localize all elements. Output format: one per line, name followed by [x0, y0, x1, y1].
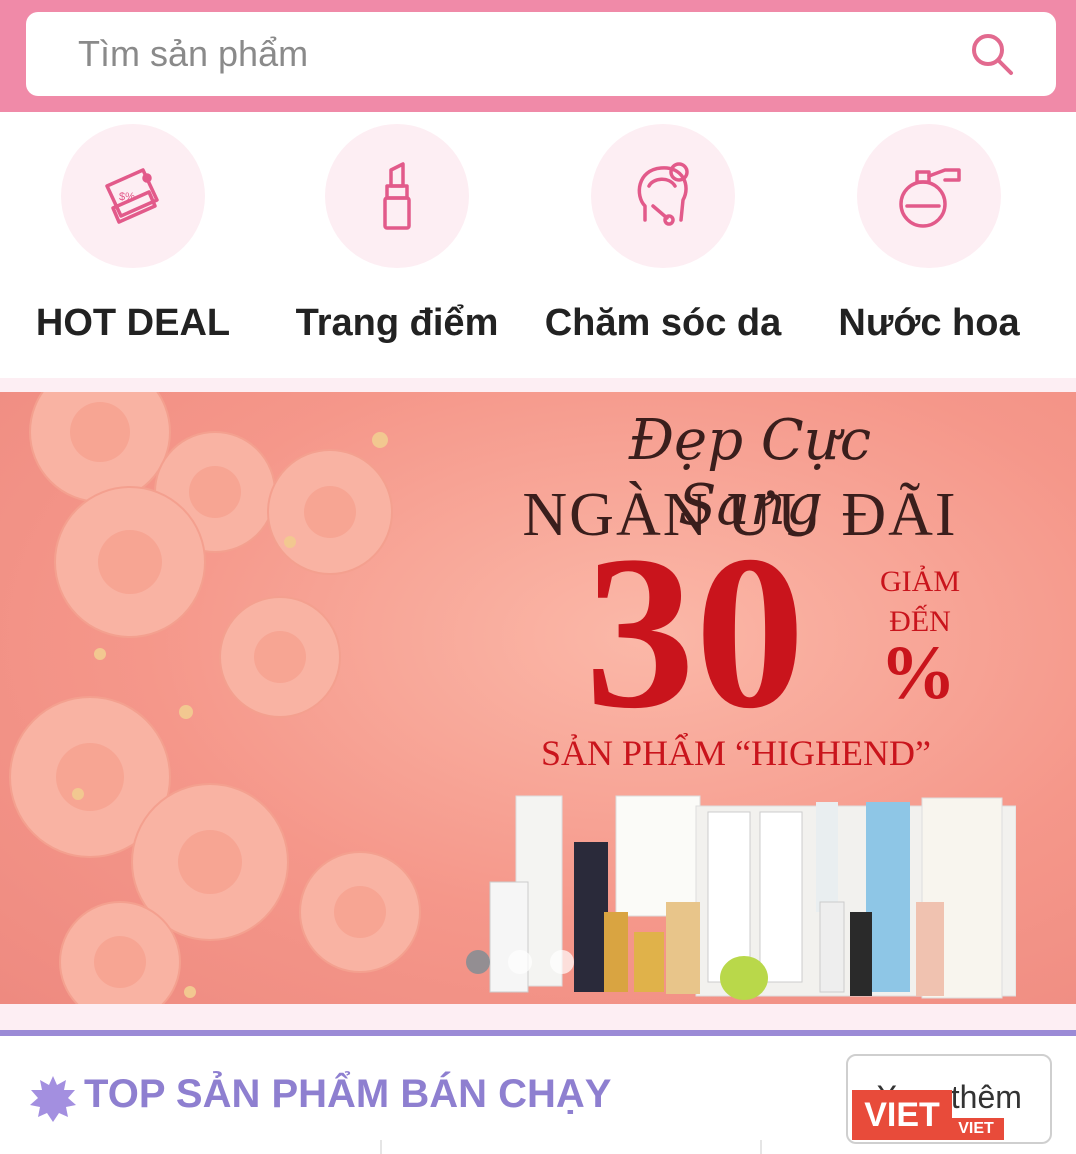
section-title: TOP SẢN PHẨM BÁN CHẠY [84, 1072, 612, 1116]
banner-product-line: SẢN PHẨM “HIGHEND” [541, 733, 931, 773]
category-perfume[interactable]: Nước hoa [796, 112, 1062, 378]
category-label: Nước hoa [838, 302, 1020, 344]
product-grid-divider [760, 1140, 762, 1154]
banner-discount-number: 30 [585, 510, 805, 754]
category-row: $% HOT DEAL Trang điểm Chăm sóc da Nước … [0, 112, 1076, 378]
carousel-dot[interactable] [508, 950, 532, 974]
category-makeup[interactable]: Trang điểm [264, 112, 530, 378]
burst-star-icon [30, 1076, 76, 1122]
category-label: Chăm sóc da [544, 302, 782, 344]
category-icon-bg: $% [61, 124, 205, 268]
category-icon-bg [591, 124, 735, 268]
category-label: Trang điểm [295, 302, 499, 344]
watermark-logo: VIET [852, 1090, 952, 1140]
banner-percent-sign: % [880, 631, 956, 715]
paper-flowers-illustration [9, 392, 421, 1004]
category-icon-bg [857, 124, 1001, 268]
carousel-dots [466, 950, 592, 979]
skincare-face-icon [637, 162, 689, 226]
category-icon-bg [325, 124, 469, 268]
search-icon[interactable] [968, 30, 1016, 78]
watermark-logo-small: VIET [948, 1118, 1004, 1140]
search-box[interactable] [26, 12, 1056, 96]
category-skincare[interactable]: Chăm sóc da [530, 112, 796, 378]
lipstick-icon [383, 162, 411, 230]
header-bar [0, 0, 1076, 112]
perfume-icon [899, 168, 961, 228]
svg-text:$%: $% [119, 191, 135, 203]
product-grid-divider [380, 1140, 382, 1154]
promo-banner[interactable]: Đẹp Cực Sang NGÀN ƯU ĐÃI 30 GIẢM ĐẾN % S… [0, 392, 1076, 1004]
section-gap [0, 1004, 1076, 1030]
section-divider [0, 378, 1076, 392]
category-hot-deal[interactable]: $% HOT DEAL [0, 112, 266, 378]
category-label: HOT DEAL [35, 302, 231, 344]
carousel-dot[interactable] [550, 950, 574, 974]
search-input[interactable] [26, 12, 946, 96]
carousel-dot[interactable] [466, 950, 490, 974]
tag-icon: $% [105, 168, 159, 224]
